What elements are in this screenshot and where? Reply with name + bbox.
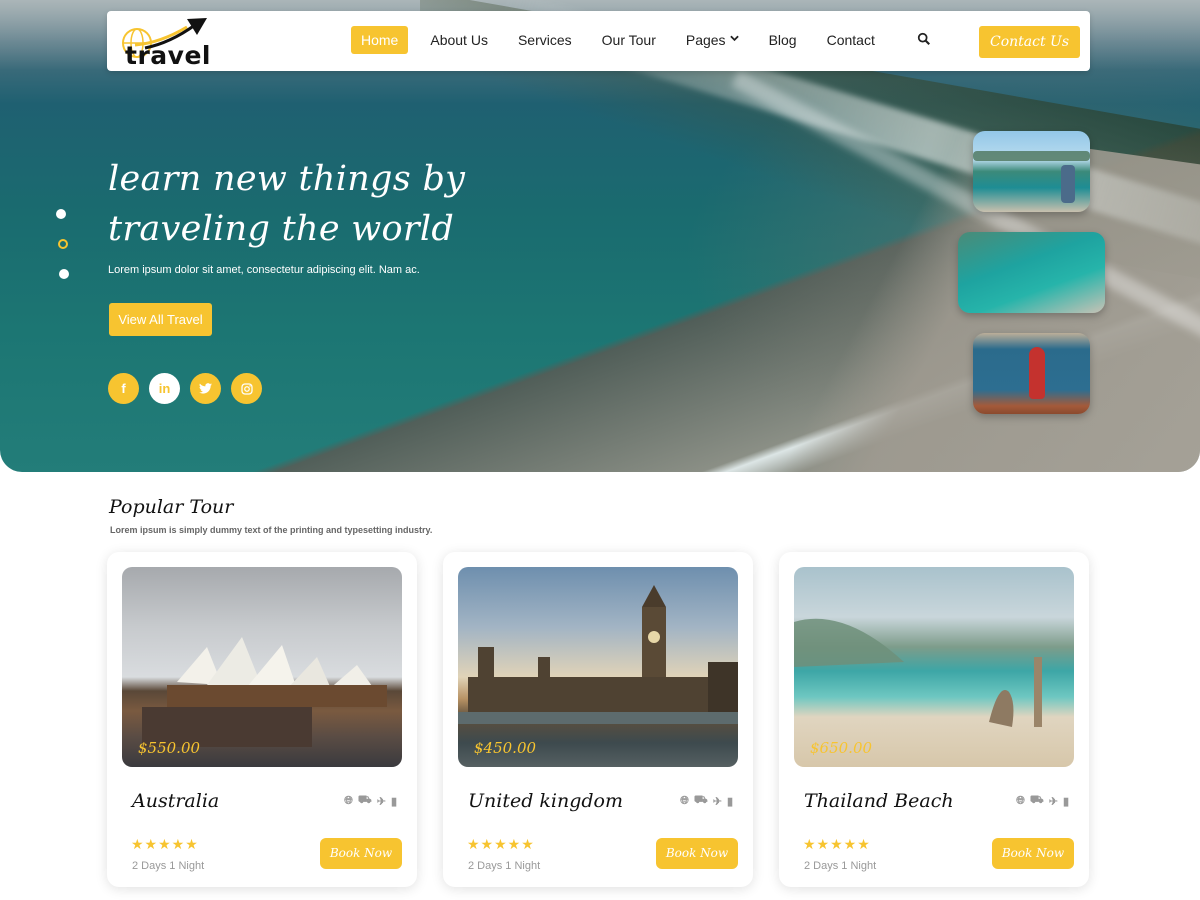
tour-amenity-icons: 🌐︎ ⛟ ✈ ▮ — [675, 794, 733, 808]
big-ben-illustration — [458, 585, 738, 724]
tour-card-australia[interactable]: $550.00 Australia 🌐︎ ⛟ ✈ ▮ ★★★★★ 2 Days … — [107, 552, 417, 887]
rating-stars: ★★★★★ — [467, 836, 535, 852]
twitter-icon[interactable] — [190, 373, 221, 404]
nav-our-tour[interactable]: Our Tour — [602, 26, 656, 54]
tour-image[interactable]: $650.00 — [794, 567, 1074, 767]
instagram-icon[interactable] — [231, 373, 262, 404]
logo[interactable]: travel — [115, 15, 215, 70]
section-title: Popular Tour — [109, 496, 234, 518]
thumbnail-woman-red-dress[interactable] — [973, 333, 1090, 414]
globe-icon: 🌐︎ — [1016, 794, 1025, 807]
beach-driftwood-illustration — [794, 618, 1042, 727]
plane-icon: ✈ — [712, 795, 722, 808]
hero-title-line-1: learn new things by — [108, 159, 466, 199]
section-subtitle: Lorem ipsum is simply dummy text of the … — [110, 525, 433, 535]
contact-us-button[interactable]: Contact Us — [979, 26, 1080, 58]
hero-title-line-2: traveling the world — [108, 209, 455, 249]
tour-duration: 2 Days 1 Night — [468, 860, 541, 872]
tour-card-united-kingdom[interactable]: $450.00 United kingdom 🌐︎ ⛟ ✈ ▮ ★★★★★ 2 … — [443, 552, 753, 887]
plane-icon: ✈ — [1048, 795, 1058, 808]
opera-house-illustration — [142, 637, 387, 747]
rating-stars: ★★★★★ — [803, 836, 871, 852]
tour-price: $550.00 — [138, 739, 201, 757]
top-navbar: travel Home About Us Services Our Tour P… — [107, 11, 1090, 71]
nav-pages[interactable]: Pages — [686, 26, 739, 54]
thumbnail-woman-hiker[interactable] — [973, 131, 1090, 212]
nav-menu: Home About Us Services Our Tour Pages Bl… — [351, 26, 905, 54]
tour-amenity-icons: 🌐︎ ⛟ ✈ ▮ — [1011, 794, 1069, 808]
car-icon: ⛟ — [693, 794, 708, 806]
book-now-button[interactable]: Book Now — [320, 838, 402, 869]
nav-blog[interactable]: Blog — [769, 26, 797, 54]
tour-name: Australia — [132, 790, 220, 812]
tour-price: $650.00 — [810, 739, 873, 757]
nav-services[interactable]: Services — [518, 26, 572, 54]
slider-dot-2[interactable] — [58, 239, 68, 249]
facebook-icon[interactable]: f — [108, 373, 139, 404]
slider-dot-3[interactable] — [59, 269, 69, 279]
tour-price: $450.00 — [474, 739, 537, 757]
tour-image[interactable]: $450.00 — [458, 567, 738, 767]
book-now-button[interactable]: Book Now — [656, 838, 738, 869]
tour-amenity-icons: 🌐︎ ⛟ ✈ ▮ — [339, 794, 397, 808]
nav-about-us[interactable]: About Us — [430, 26, 488, 54]
tour-duration: 2 Days 1 Night — [804, 860, 877, 872]
car-icon: ⛟ — [1029, 794, 1044, 806]
hero-subtitle: Lorem ipsum dolor sit amet, consectetur … — [108, 264, 420, 276]
globe-icon: 🌐︎ — [680, 794, 689, 807]
social-links: f in — [108, 373, 272, 404]
hiker-figure — [1061, 165, 1075, 203]
book-now-button[interactable]: Book Now — [992, 838, 1074, 869]
treeline — [973, 151, 1090, 161]
tour-card-thailand-beach[interactable]: $650.00 Thailand Beach 🌐︎ ⛟ ✈ ▮ ★★★★★ 2 … — [779, 552, 1089, 887]
slider-dot-1[interactable] — [56, 209, 66, 219]
linkedin-icon[interactable]: in — [149, 373, 180, 404]
nav-home[interactable]: Home — [351, 26, 409, 54]
tour-name: Thailand Beach — [804, 790, 954, 812]
tour-image[interactable]: $550.00 — [122, 567, 402, 767]
hotel-icon: ▮ — [726, 795, 733, 808]
globe-icon: 🌐︎ — [344, 794, 353, 807]
nav-pages-label: Pages — [685, 32, 726, 48]
car-icon: ⛟ — [357, 794, 372, 806]
hotel-icon: ▮ — [390, 795, 397, 808]
thumbnail-aerial-beach[interactable] — [958, 232, 1105, 313]
chevron-down-icon — [729, 26, 739, 54]
logo-text: travel — [125, 41, 211, 70]
tour-duration: 2 Days 1 Night — [132, 860, 205, 872]
hotel-icon: ▮ — [1062, 795, 1069, 808]
rating-stars: ★★★★★ — [131, 836, 199, 852]
plane-icon: ✈ — [376, 795, 386, 808]
tour-name: United kingdom — [468, 790, 624, 812]
hero-title: learn new things by traveling the world — [108, 154, 528, 254]
nav-contact[interactable]: Contact — [827, 26, 875, 54]
search-icon[interactable] — [917, 32, 933, 48]
view-all-travel-button[interactable]: View All Travel — [109, 303, 212, 336]
red-dress-figure — [1029, 347, 1045, 399]
